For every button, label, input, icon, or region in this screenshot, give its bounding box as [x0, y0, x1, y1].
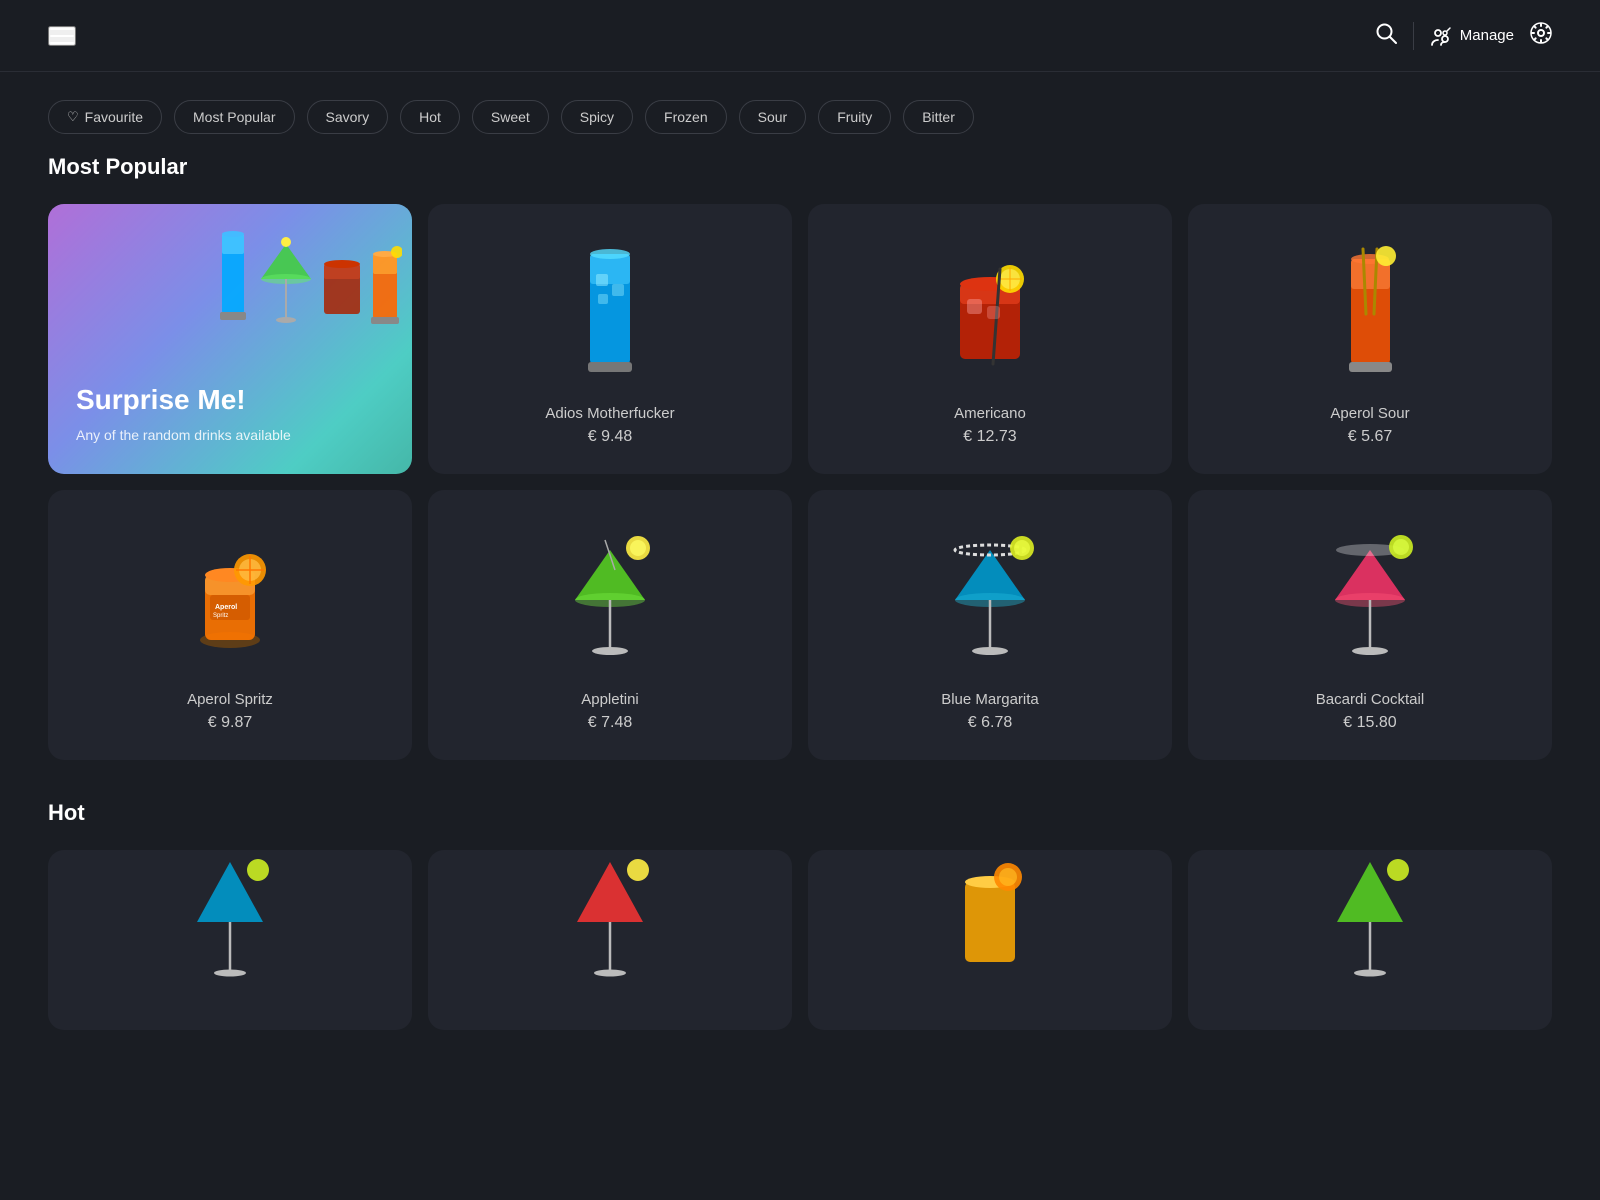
surprise-title: Surprise Me!: [76, 383, 384, 417]
filter-label: Savory: [326, 109, 370, 125]
filter-chip-sour[interactable]: Sour: [739, 100, 807, 134]
drink-price-aperol-spritz: € 9.87: [208, 714, 252, 732]
menu-button[interactable]: [48, 26, 76, 46]
drink-image-appletini: [560, 515, 660, 675]
most-popular-grid: Surprise Me! Any of the random drinks av…: [48, 204, 1552, 760]
filter-bar: ♡ Favourite Most Popular Savory Hot Swee…: [0, 72, 1600, 154]
drink-image-adios: [570, 229, 650, 389]
drink-name-bacardi-cocktail: Bacardi Cocktail: [1316, 691, 1424, 708]
surprise-me-card[interactable]: Surprise Me! Any of the random drinks av…: [48, 204, 412, 474]
hot-section: Hot: [0, 800, 1600, 1030]
drink-card-hot-3[interactable]: [808, 850, 1172, 1030]
filter-label: Fruity: [837, 109, 872, 125]
drink-card-hot-2[interactable]: [428, 850, 792, 1030]
drink-card-blue-margarita[interactable]: Blue Margarita € 6.78: [808, 490, 1172, 760]
surprise-text: Surprise Me! Any of the random drinks av…: [76, 383, 384, 446]
section-title-hot: Hot: [48, 800, 1552, 826]
settings-button[interactable]: [1530, 22, 1552, 50]
drink-image-aperol-sour: [1333, 229, 1408, 389]
svg-text:Spritz: Spritz: [213, 613, 228, 619]
drink-card-appletini[interactable]: Appletini € 7.48: [428, 490, 792, 760]
filter-label: Most Popular: [193, 109, 275, 125]
section-title-most-popular: Most Popular: [48, 154, 1552, 180]
surprise-images: [214, 224, 402, 334]
drink-card-adios-motherfucker[interactable]: Adios Motherfucker € 9.48: [428, 204, 792, 474]
drink-price-adios: € 9.48: [588, 428, 632, 446]
drink-price-americano: € 12.73: [963, 428, 1016, 446]
drink-name-appletini: Appletini: [581, 691, 639, 708]
filter-chip-spicy[interactable]: Spicy: [561, 100, 633, 134]
header: Manage: [0, 0, 1600, 72]
svg-text:Aperol: Aperol: [215, 604, 237, 611]
search-button[interactable]: [1375, 22, 1397, 50]
drink-image-bacardi-cocktail: [1320, 515, 1420, 675]
filter-chip-hot[interactable]: Hot: [400, 100, 460, 134]
hot-grid: [48, 850, 1552, 1030]
drink-card-aperol-sour[interactable]: Aperol Sour € 5.67: [1188, 204, 1552, 474]
drink-name-adios: Adios Motherfucker: [545, 405, 674, 422]
filter-chip-most-popular[interactable]: Most Popular: [174, 100, 294, 134]
filter-label: Favourite: [85, 109, 143, 125]
filter-label: Spicy: [580, 109, 614, 125]
filter-chip-bitter[interactable]: Bitter: [903, 100, 974, 134]
drink-card-aperol-spritz[interactable]: Aperol Spritz Aperol Spritz € 9.87: [48, 490, 412, 760]
header-left: [48, 26, 76, 46]
drink-card-hot-4[interactable]: [1188, 850, 1552, 1030]
filter-chip-frozen[interactable]: Frozen: [645, 100, 727, 134]
surprise-subtitle: Any of the random drinks available: [76, 426, 384, 446]
filter-chip-savory[interactable]: Savory: [307, 100, 389, 134]
drink-card-hot-1[interactable]: [48, 850, 412, 1030]
drink-image-americano: [945, 229, 1035, 389]
drink-card-americano[interactable]: Americano € 12.73: [808, 204, 1172, 474]
drink-image-blue-margarita: [940, 515, 1040, 675]
filter-label: Bitter: [922, 109, 955, 125]
filter-chip-fruity[interactable]: Fruity: [818, 100, 891, 134]
filter-label: Sweet: [491, 109, 530, 125]
manage-button[interactable]: Manage: [1430, 25, 1514, 47]
filter-label: Hot: [419, 109, 441, 125]
filter-chip-favourite[interactable]: ♡ Favourite: [48, 100, 162, 134]
drink-price-aperol-sour: € 5.67: [1348, 428, 1392, 446]
filter-label: Sour: [758, 109, 788, 125]
drink-name-aperol-sour: Aperol Sour: [1330, 405, 1409, 422]
drink-image-aperol-spritz: Aperol Spritz: [180, 515, 280, 675]
filter-chip-sweet[interactable]: Sweet: [472, 100, 549, 134]
drink-name-aperol-spritz: Aperol Spritz: [187, 691, 273, 708]
filter-label: Frozen: [664, 109, 708, 125]
drink-price-blue-margarita: € 6.78: [968, 714, 1012, 732]
heart-icon: ♡: [67, 109, 79, 125]
drink-card-bacardi-cocktail[interactable]: Bacardi Cocktail € 15.80: [1188, 490, 1552, 760]
header-divider: [1413, 22, 1414, 50]
most-popular-section: Most Popular: [0, 154, 1600, 800]
header-right: Manage: [1375, 22, 1552, 50]
drink-price-bacardi-cocktail: € 15.80: [1343, 714, 1396, 732]
manage-label: Manage: [1460, 27, 1514, 44]
drink-price-appletini: € 7.48: [588, 714, 632, 732]
drink-name-americano: Americano: [954, 405, 1026, 422]
drink-name-blue-margarita: Blue Margarita: [941, 691, 1039, 708]
